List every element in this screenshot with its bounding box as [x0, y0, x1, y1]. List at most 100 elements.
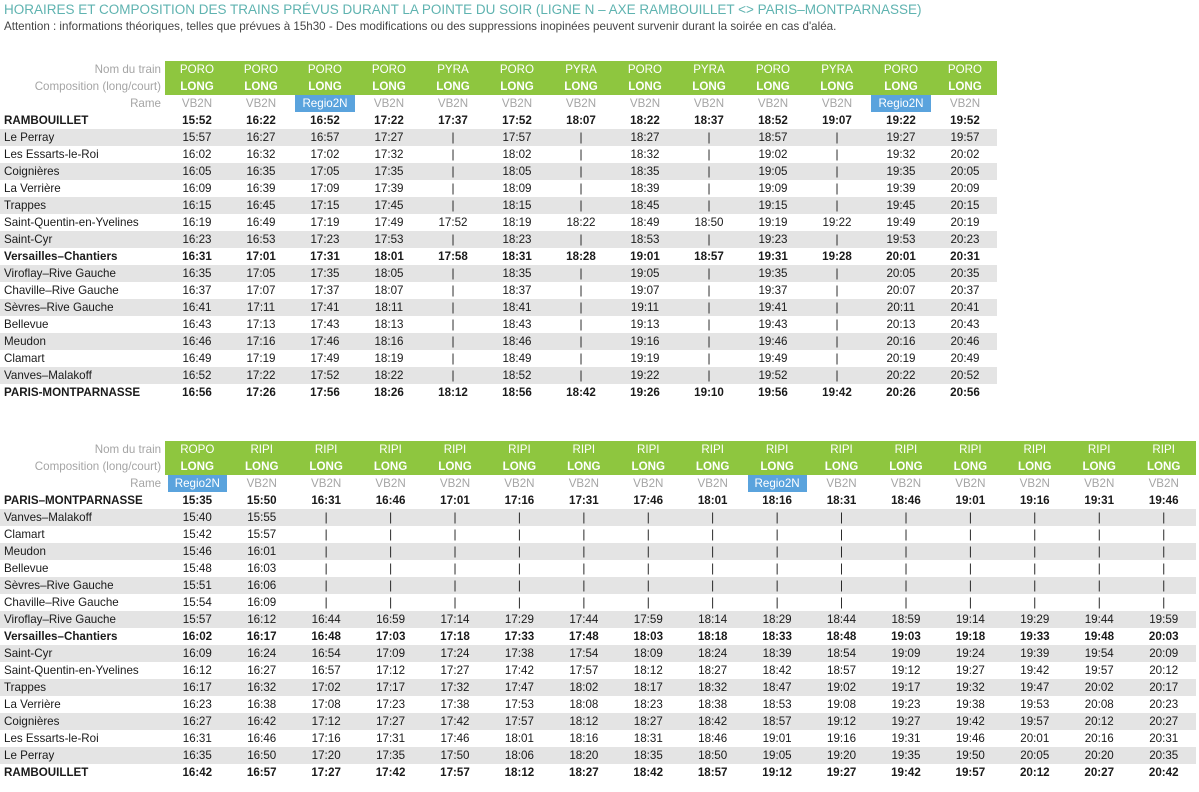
departure-time: | [421, 299, 485, 316]
rame-value: VB2N [373, 97, 405, 110]
departure-time: | [1067, 543, 1132, 560]
departure-time: 20:03 [1148, 630, 1179, 643]
rame-cell: VB2N [1131, 475, 1196, 492]
train-name: PYRA [805, 61, 869, 78]
composition-value: LONG [422, 458, 488, 475]
rame-cell: VB2N [358, 475, 422, 492]
station-name: Bellevue [4, 562, 49, 575]
departure-time: 17:01 [440, 494, 470, 507]
departure-time: 18:06 [487, 747, 552, 764]
rame-cell: VB2N [613, 95, 677, 112]
departure-time: 16:39 [246, 182, 276, 195]
departure-time: 17:57 [487, 713, 552, 730]
departure-time: 16:31 [311, 494, 341, 507]
departure-time: 18:44 [809, 611, 874, 628]
departure-time: 18:12 [633, 664, 663, 677]
departure-time: 18:52 [758, 114, 788, 127]
departure-time: 19:26 [630, 386, 660, 399]
train-name-row: Nom du train PORO PORO PORO PORO PYRA PORO PYRA… [0, 61, 997, 78]
departure-time: | [805, 367, 869, 384]
station-row: Meudon 15:46 16:01 | | | | | | | | | | | | | | [0, 543, 1196, 560]
departure-time: 15:57 [165, 129, 229, 146]
rame-label: Rame [130, 97, 161, 110]
train-name: PORO [485, 61, 549, 78]
departure-time: | [873, 509, 939, 526]
departure-time: 17:50 [422, 747, 488, 764]
departure-time: 19:18 [955, 630, 986, 643]
rame-value: VB2N [955, 477, 986, 490]
departure-time: 20:20 [1067, 747, 1132, 764]
regio2n-badge: Regio2N [747, 475, 807, 492]
departure-time: 16:23 [182, 698, 212, 711]
departure-time: 17:13 [246, 318, 276, 331]
departure-time: 17:07 [246, 284, 276, 297]
composition-value: LONG [165, 78, 229, 95]
departure-time: | [835, 318, 839, 331]
departure-time: 17:42 [375, 766, 406, 779]
departure-time: | [707, 182, 711, 195]
departure-time: | [453, 562, 457, 575]
departure-time: 16:09 [165, 645, 230, 662]
departure-time: 20:05 [1002, 747, 1067, 764]
departure-time: 17:09 [310, 182, 340, 195]
departure-time: | [358, 577, 423, 594]
departure-time: 18:09 [616, 645, 681, 662]
departure-time: | [551, 543, 617, 560]
departure-time: 18:46 [891, 494, 921, 507]
departure-time: | [840, 562, 844, 575]
departure-time: 18:01 [374, 250, 404, 263]
departure-time: 19:22 [613, 367, 677, 384]
departure-time: 17:48 [569, 630, 599, 643]
departure-time: 18:45 [613, 197, 677, 214]
departure-time: 20:09 [950, 182, 980, 195]
departure-time: 20:31 [1149, 732, 1179, 745]
station-row: Clamart 15:42 15:57 | | | | | | | | | | | | | | [0, 526, 1196, 543]
departure-time: 19:09 [873, 645, 939, 662]
departure-time: 17:05 [293, 163, 357, 180]
composition-value: LONG [741, 78, 805, 95]
departure-time: | [582, 562, 586, 575]
departure-time: | [835, 284, 839, 297]
departure-time: 17:38 [487, 645, 552, 662]
departure-time: 17:23 [293, 231, 357, 248]
departure-time: 17:33 [504, 630, 535, 643]
departure-time: 16:05 [165, 163, 229, 180]
warning-note: Attention : informations théoriques, tel… [4, 20, 837, 33]
rame-cell: VB2N [549, 95, 613, 112]
train-name: RIPI [744, 441, 810, 458]
departure-time: | [389, 562, 393, 575]
station-row: Viroflay–Rive Gauche 16:35 17:05 17:35 18:05… [0, 265, 997, 282]
station-row: Viroflay–Rive Gauche 15:57 16:12 16:44 16:59… [0, 611, 1196, 628]
departure-time: 20:01 [1020, 732, 1050, 745]
departure-time: 17:32 [422, 679, 488, 696]
departure-time: 19:14 [938, 611, 1003, 628]
station-name: Les Essarts-le-Roi [4, 148, 99, 161]
departure-time: 19:08 [827, 698, 857, 711]
departure-time: 18:07 [374, 284, 404, 297]
departure-time: | [809, 577, 874, 594]
departure-time: 20:42 [1148, 766, 1179, 779]
station-name: Chaville–Rive Gauche [4, 284, 119, 297]
station-row: Vanves–Malakoff 15:40 15:55 | | | | | | | | | | | | | | [0, 509, 1196, 526]
departure-time: 18:05 [357, 265, 421, 282]
departure-time: 17:56 [310, 386, 340, 399]
departure-time: | [677, 129, 741, 146]
departure-time: | [582, 528, 586, 541]
composition-value: LONG [357, 78, 421, 95]
rame-cell: VB2N [809, 475, 873, 492]
departure-time: | [421, 231, 485, 248]
departure-time: | [1033, 596, 1037, 609]
departure-time: 18:42 [680, 713, 745, 730]
departure-time: 18:54 [809, 645, 874, 662]
departure-time: 18:31 [502, 250, 532, 263]
station-name: Versailles–Chantiers [4, 250, 118, 263]
departure-time: 17:31 [569, 494, 599, 507]
departure-time: 18:50 [680, 747, 745, 764]
train-name: RIPI [487, 441, 552, 458]
departure-time: 18:39 [630, 182, 660, 195]
rame-cell: VB2N [485, 95, 549, 112]
train-name: RIPI [873, 441, 939, 458]
departure-time: 19:46 [1148, 494, 1179, 507]
departure-time: | [549, 265, 613, 282]
station-row: RAMBOUILLET 16:42 16:57 17:27 17:42 17:57 18:1… [0, 764, 1196, 781]
